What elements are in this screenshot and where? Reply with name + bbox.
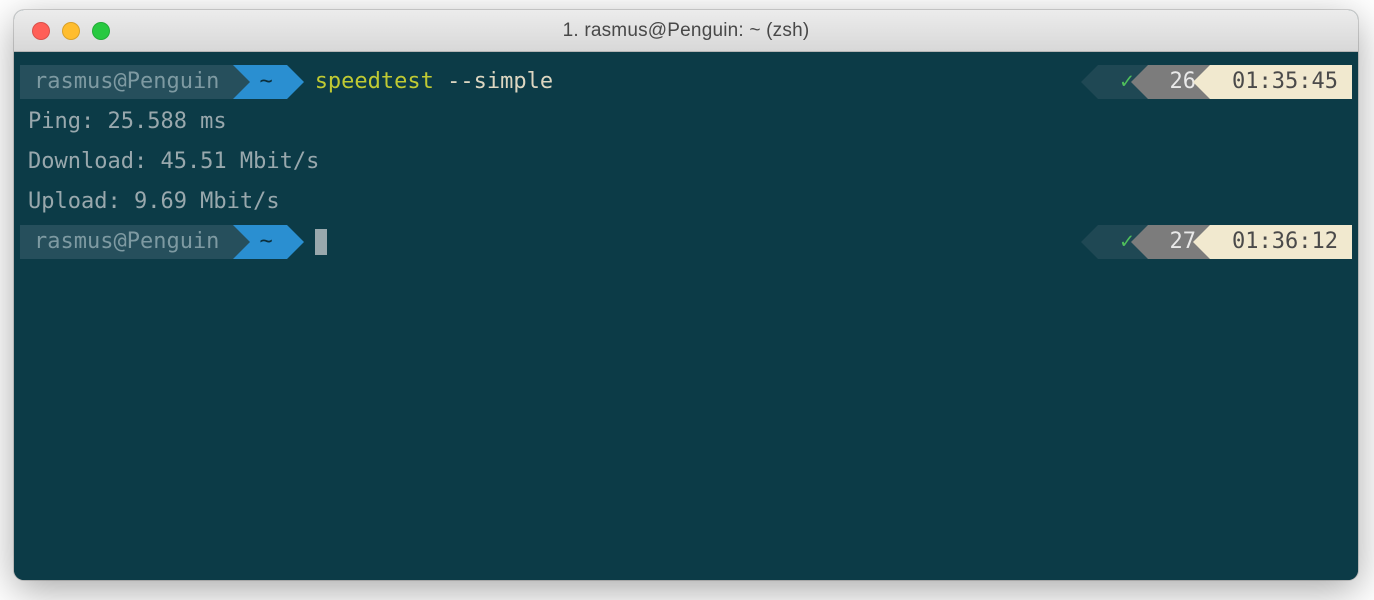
window-title: 1. rasmus@Penguin: ~ (zsh) <box>14 20 1358 42</box>
close-icon[interactable] <box>32 22 50 40</box>
zoom-icon[interactable] <box>92 22 110 40</box>
prompt-right-status: ✓ 26 01:35:45 <box>1098 65 1358 99</box>
terminal-window: 1. rasmus@Penguin: ~ (zsh) rasmus@Pengui… <box>14 10 1358 580</box>
prompt-host: rasmus@Penguin <box>34 222 219 262</box>
chevron-left-icon <box>1193 225 1210 259</box>
status-time-segment: 01:35:45 <box>1210 65 1352 99</box>
command-args: --simple <box>434 69 553 94</box>
prompt-host-segment: rasmus@Penguin <box>20 65 233 99</box>
prompt-line: rasmus@Penguin ~ ✓ 27 01:36:12 <box>14 222 1358 262</box>
prompt-host: rasmus@Penguin <box>34 62 219 102</box>
output-line: Upload: 9.69 Mbit/s <box>14 182 1358 222</box>
chevron-left-icon <box>1131 65 1148 99</box>
prompt-dir: ~ <box>259 222 272 262</box>
command-text: speedtest --simple <box>287 62 553 102</box>
chevron-left-icon <box>1081 225 1098 259</box>
chevron-right-icon <box>233 225 250 259</box>
text-cursor <box>315 229 327 255</box>
prompt-dir: ~ <box>259 62 272 102</box>
chevron-right-icon <box>233 65 250 99</box>
chevron-left-icon <box>1131 225 1148 259</box>
status-time-segment: 01:36:12 <box>1210 225 1352 259</box>
chevron-left-icon <box>1193 65 1210 99</box>
window-controls <box>14 22 110 40</box>
chevron-right-icon <box>287 225 304 259</box>
prompt-host-segment: rasmus@Penguin <box>20 225 233 259</box>
clock-time: 01:36:12 <box>1232 222 1338 262</box>
prompt-right-status: ✓ 27 01:36:12 <box>1098 225 1358 259</box>
chevron-right-icon <box>287 65 304 99</box>
prompt-line: rasmus@Penguin ~ speedtest --simple ✓ 26 <box>14 62 1358 102</box>
chevron-left-icon <box>1081 65 1098 99</box>
window-titlebar[interactable]: 1. rasmus@Penguin: ~ (zsh) <box>14 10 1358 52</box>
command-executable: speedtest <box>315 69 434 94</box>
output-line: Ping: 25.588 ms <box>14 102 1358 142</box>
terminal-body[interactable]: rasmus@Penguin ~ speedtest --simple ✓ 26 <box>14 52 1358 580</box>
output-line: Download: 45.51 Mbit/s <box>14 142 1358 182</box>
minimize-icon[interactable] <box>62 22 80 40</box>
clock-time: 01:35:45 <box>1232 62 1338 102</box>
